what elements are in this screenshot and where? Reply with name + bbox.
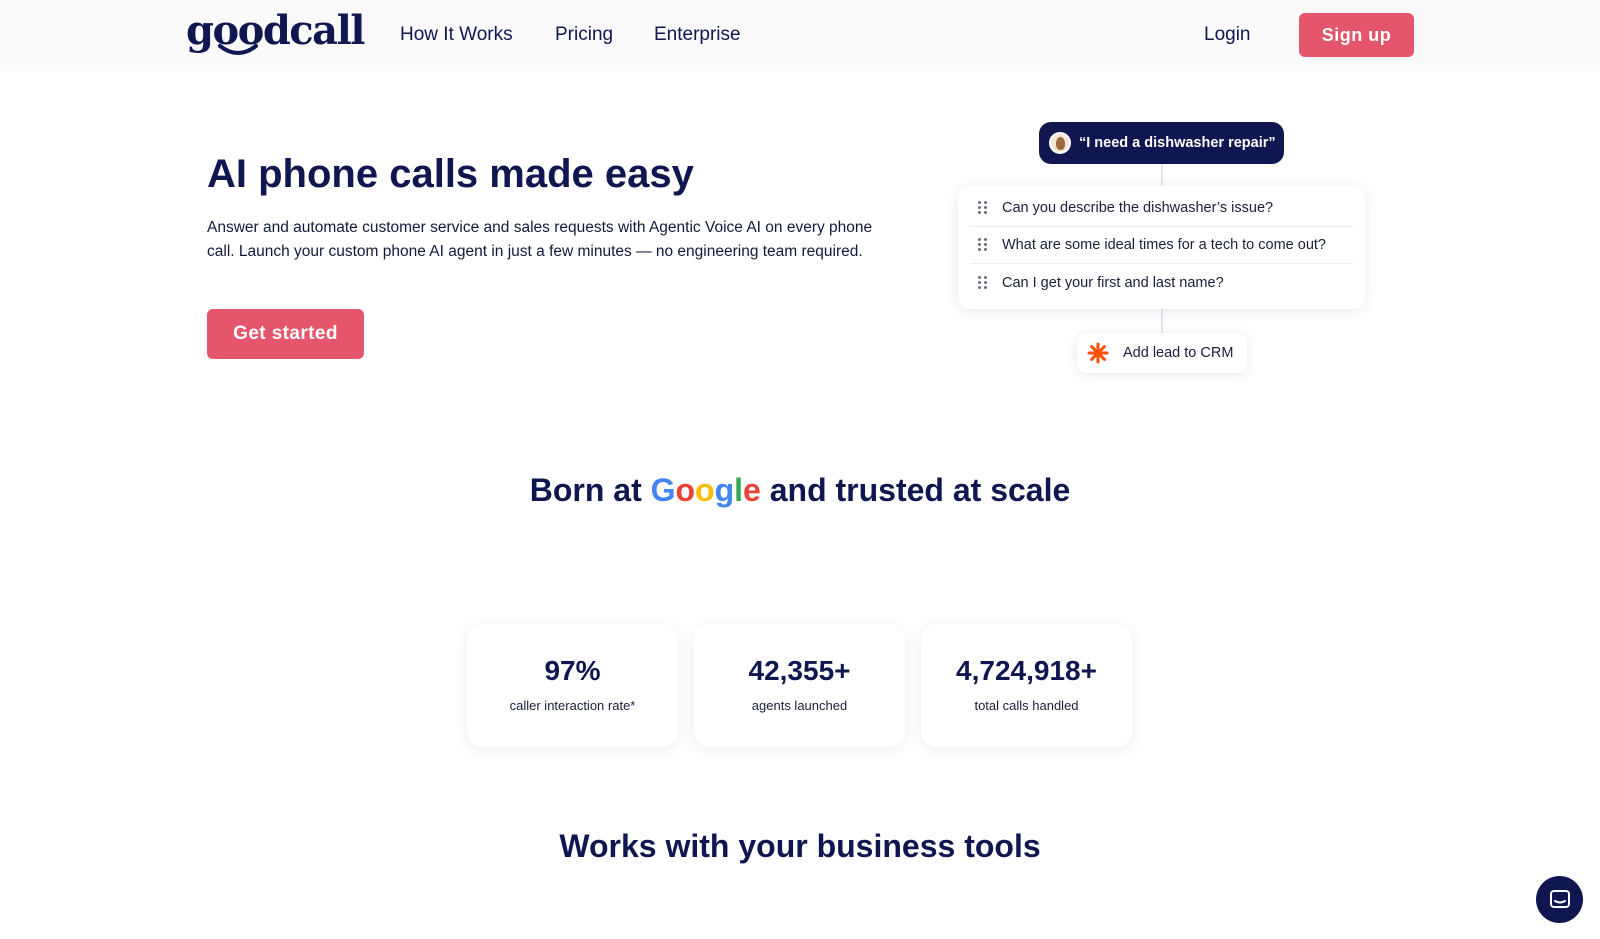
chat-launcher-button[interactable] [1536, 876, 1583, 923]
logo-smile-icon [218, 44, 258, 55]
sign-up-button[interactable]: Sign up [1299, 13, 1414, 57]
google-wordmark: Google [650, 472, 761, 508]
stat-value: 4,724,918+ [956, 655, 1097, 686]
drag-handle-icon [978, 238, 988, 252]
zapier-icon [1087, 342, 1109, 364]
question-text: Can I get your first and last name? [1002, 274, 1224, 291]
nav-link-enterprise[interactable]: Enterprise [654, 22, 741, 48]
trust-suffix: and trusted at scale [760, 472, 1071, 508]
stat-card: 97% caller interaction rate* [467, 624, 678, 747]
question-text: What are some ideal times for a tech to … [1002, 237, 1326, 253]
trust-prefix: Born at [529, 472, 651, 508]
stat-value: 42,355+ [748, 655, 851, 686]
stat-label: agents launched [751, 698, 848, 713]
login-link[interactable]: Login [1204, 22, 1251, 48]
caller-quote-text: “I need a dishwasher repair” [1079, 135, 1276, 151]
connector-line [1161, 309, 1163, 333]
stat-value: 97% [544, 655, 601, 686]
stat-label: total calls handled [974, 698, 1079, 713]
connector-line [1161, 164, 1163, 186]
question-row: Can I get your first and last name? [970, 264, 1353, 301]
hero-description: Answer and automate customer service and… [207, 219, 873, 260]
tools-heading: Works with your business tools [559, 828, 1041, 864]
drag-handle-icon [978, 201, 988, 215]
stat-card: 4,724,918+ total calls handled [921, 624, 1132, 747]
crm-action-pill: Add lead to CRM [1077, 333, 1247, 373]
top-navigation: goodcall How It Works Pricing Enterprise… [0, 0, 1600, 71]
chat-icon [1549, 889, 1570, 908]
trust-heading: Born at Google and trusted at scale [0, 468, 1600, 512]
caller-avatar [1049, 132, 1071, 154]
question-text: Can you describe the dishwasher’s issue? [1002, 200, 1274, 216]
question-row: Can you describe the dishwasher’s issue? [970, 190, 1353, 227]
nav-link-how-it-works[interactable]: How It Works [400, 22, 513, 48]
caller-quote-bubble: “I need a dishwasher repair” [1039, 122, 1284, 164]
crm-action-text: Add lead to CRM [1123, 345, 1234, 361]
question-flow-card: Can you describe the dishwasher’s issue?… [958, 186, 1365, 309]
goodcall-logo[interactable]: goodcall [186, 6, 365, 56]
nav-link-pricing[interactable]: Pricing [555, 22, 613, 48]
hero-title: AI phone calls made easy [207, 152, 694, 196]
question-row: What are some ideal times for a tech to … [970, 227, 1353, 264]
drag-handle-icon [978, 275, 988, 290]
stat-card: 42,355+ agents launched [694, 624, 905, 747]
stat-label: caller interaction rate* [509, 698, 636, 713]
get-started-button[interactable]: Get started [207, 309, 364, 359]
